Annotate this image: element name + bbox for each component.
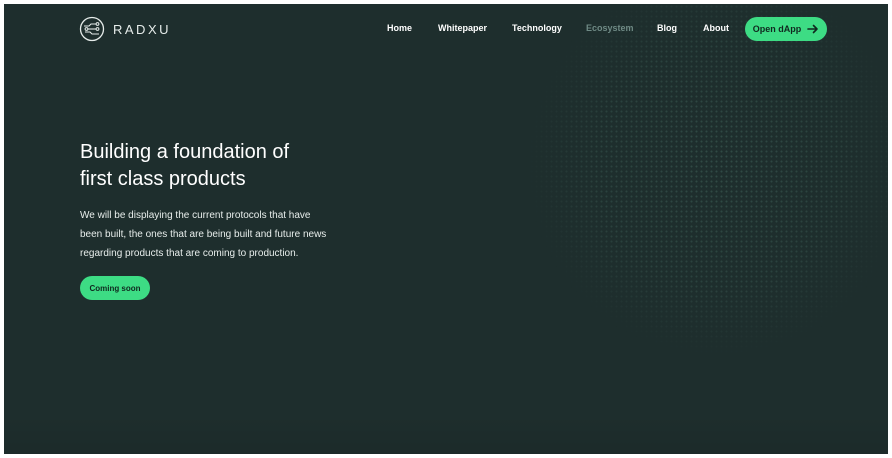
brand-logo[interactable]: RADXU (79, 16, 171, 42)
site-header: RADXU Home Whitepaper Technology Ecosyst… (4, 4, 888, 56)
nav-ecosystem[interactable]: Ecosystem (586, 23, 634, 33)
hero-desc-line-1: We will be displaying the current protoc… (80, 210, 311, 221)
open-dapp-label: Open dApp (752, 24, 802, 34)
brand-name: RADXU (113, 21, 172, 37)
arrow-right-icon (807, 24, 819, 34)
nav-about[interactable]: About (703, 23, 729, 33)
hero-description: We will be displaying the current protoc… (80, 206, 380, 263)
nav-technology[interactable]: Technology (512, 23, 562, 33)
open-dapp-button[interactable]: Open dApp (745, 17, 827, 41)
hero-title-line-2: first class products (80, 168, 246, 190)
dotted-sphere-decoration (519, 4, 888, 354)
hero-desc-line-3: regarding products that are coming to pr… (80, 248, 299, 259)
nav-home[interactable]: Home (387, 23, 412, 33)
nav-blog[interactable]: Blog (657, 23, 677, 33)
hero-title: Building a foundation of first class pro… (80, 139, 380, 193)
hero-title-line-1: Building a foundation of (80, 141, 290, 163)
circuit-circle-icon (79, 16, 105, 42)
page-frame: RADXU Home Whitepaper Technology Ecosyst… (4, 4, 888, 454)
bottom-shade (4, 414, 888, 454)
nav-whitepaper[interactable]: Whitepaper (438, 23, 487, 33)
coming-soon-label: Coming soon (89, 283, 141, 293)
hero-desc-line-2: been built, the ones that are being buil… (80, 229, 327, 240)
coming-soon-button[interactable]: Coming soon (80, 276, 150, 300)
